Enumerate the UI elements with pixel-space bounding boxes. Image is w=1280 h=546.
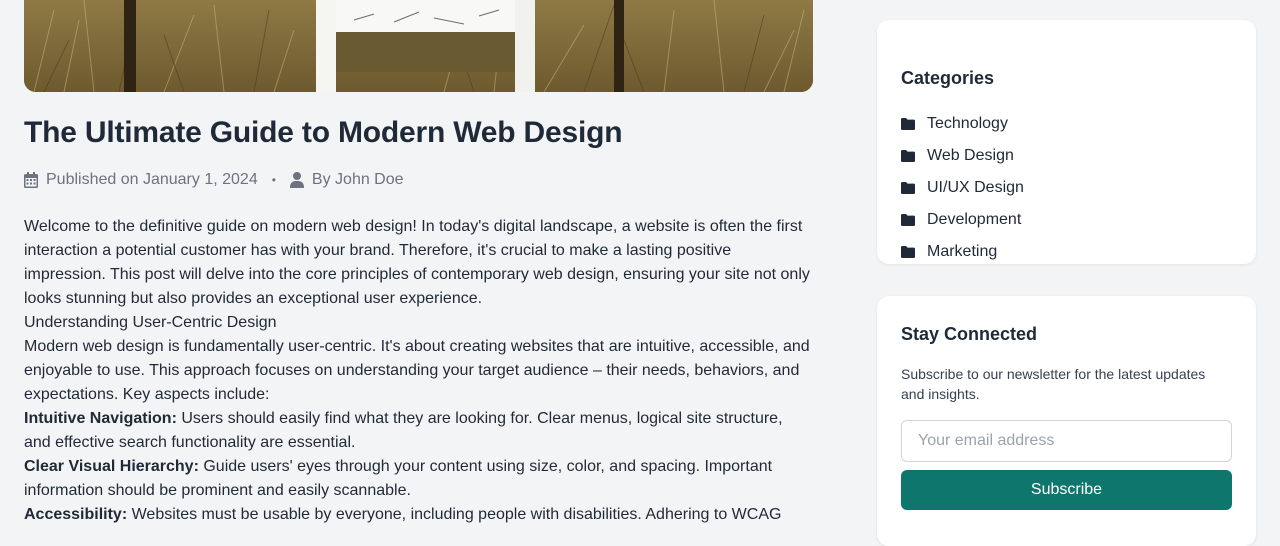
article-paragraph: Modern web design is fundamentally user-… [24, 338, 810, 403]
meta-separator: • [271, 173, 276, 187]
category-item-technology[interactable]: Technology [901, 108, 1024, 140]
categories-card: Categories Technology Web Design UI/UX D… [877, 20, 1256, 264]
newsletter-title: Stay Connected [901, 324, 1038, 344]
publish-date: Published on January 1, 2024 [46, 171, 258, 188]
key-point: Intuitive Navigation: Users should easil… [24, 407, 813, 455]
category-item-web-design[interactable]: Web Design [901, 140, 1024, 172]
key-point-label: Intuitive Navigation: [24, 410, 177, 427]
article-main: The Ultimate Guide to Modern Web Design … [24, 0, 813, 523]
folder-icon [901, 182, 915, 194]
key-point-text: Websites must be usable by everyone, inc… [127, 506, 782, 523]
category-item-ui-ux-design[interactable]: UI/UX Design [901, 172, 1024, 204]
folder-icon [901, 118, 915, 130]
category-label: UI/UX Design [927, 179, 1024, 196]
category-item-development[interactable]: Development [901, 204, 1024, 236]
key-point-label: Accessibility: [24, 506, 128, 523]
user-icon [289, 172, 306, 188]
article-title: The Ultimate Guide to Modern Web Design [24, 116, 623, 149]
newsletter-description: Subscribe to our newsletter for the late… [901, 366, 1206, 402]
category-item-marketing[interactable]: Marketing [901, 236, 1024, 268]
hero-image [24, 0, 813, 92]
category-label: Development [927, 211, 1022, 228]
newsletter-card: Stay Connected Subscribe to our newslett… [877, 296, 1256, 546]
email-field[interactable] [901, 420, 1232, 462]
folder-icon [901, 246, 915, 258]
calendar-icon [24, 172, 40, 188]
article-intro: Welcome to the definitive guide on moder… [24, 218, 810, 307]
key-point: Clear Visual Hierarchy: Guide users' eye… [24, 455, 813, 503]
key-point-label: Clear Visual Hierarchy: [24, 458, 199, 475]
category-label: Web Design [927, 147, 1014, 164]
category-label: Technology [927, 115, 1008, 132]
folder-icon [901, 214, 915, 226]
section-heading: Understanding User-Centric Design [24, 314, 277, 331]
author-name: By John Doe [311, 171, 404, 188]
article-body: Welcome to the definitive guide on moder… [24, 215, 813, 527]
subscribe-button[interactable]: Subscribe [901, 470, 1232, 510]
category-label: Marketing [927, 243, 998, 260]
folder-icon [901, 150, 915, 162]
category-list: Technology Web Design UI/UX Design Devel… [901, 108, 1024, 268]
article-meta: Published on January 1, 2024 • By John D… [24, 170, 404, 190]
categories-title: Categories [901, 68, 995, 88]
key-point: Accessibility: Websites must be usable b… [24, 503, 813, 527]
